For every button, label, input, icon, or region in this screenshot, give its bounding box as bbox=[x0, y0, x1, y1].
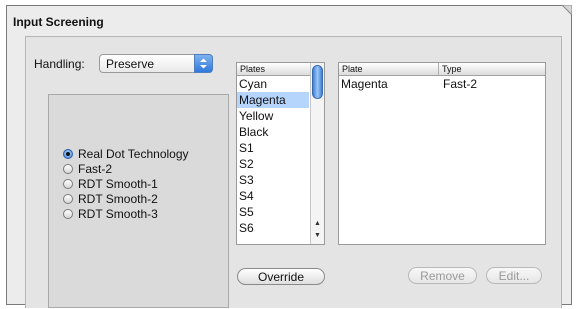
scroll-up-icon[interactable]: ▲ bbox=[312, 218, 323, 229]
override-button[interactable]: Override bbox=[237, 268, 325, 285]
radio-label: Real Dot Technology bbox=[78, 146, 189, 161]
type-column-header[interactable]: Type bbox=[439, 63, 545, 76]
radio-button-icon bbox=[63, 193, 73, 204]
radio-real-dot-technology[interactable]: Real Dot Technology bbox=[63, 146, 189, 161]
handling-popup[interactable]: Preserve bbox=[99, 54, 213, 73]
plates-scrollbar[interactable]: ▲ ▼ bbox=[310, 63, 324, 244]
row-plate: Magenta bbox=[341, 77, 388, 91]
plate-item-selected[interactable]: Magenta bbox=[237, 92, 309, 108]
scroll-down-icon[interactable]: ▼ bbox=[312, 230, 323, 241]
scrollbar-thumb[interactable] bbox=[312, 65, 323, 99]
radio-label: RDT Smooth-1 bbox=[78, 176, 158, 191]
plate-item[interactable]: Black bbox=[237, 124, 309, 140]
plate-item[interactable]: S4 bbox=[237, 188, 309, 204]
plate-item[interactable]: S1 bbox=[237, 140, 309, 156]
row-type: Fast-2 bbox=[443, 77, 478, 91]
handling-label: Handling: bbox=[34, 57, 85, 71]
handling-value: Preserve bbox=[106, 57, 155, 71]
remove-button[interactable]: Remove bbox=[408, 267, 477, 284]
radio-rdt-smooth-2[interactable]: RDT Smooth-2 bbox=[63, 191, 158, 206]
plate-item[interactable]: S6 bbox=[237, 220, 309, 236]
radio-fast-2[interactable]: Fast-2 bbox=[63, 161, 112, 176]
plate-item[interactable]: S2 bbox=[237, 156, 309, 172]
plate-item[interactable]: Yellow bbox=[237, 108, 309, 124]
radio-label: Fast-2 bbox=[78, 161, 113, 176]
screening-group: Handling: Preserve Real Dot Technology F… bbox=[25, 36, 562, 308]
radio-label: RDT Smooth-3 bbox=[78, 206, 158, 221]
radio-button-icon bbox=[63, 178, 73, 189]
plate-item[interactable]: S3 bbox=[237, 172, 309, 188]
assignments-table[interactable]: Plate Type Magenta Fast-2 bbox=[338, 62, 546, 245]
edit-button[interactable]: Edit... bbox=[486, 267, 542, 284]
plate-item[interactable]: Cyan bbox=[237, 76, 309, 92]
plate-item[interactable]: S5 bbox=[237, 204, 309, 220]
plates-list[interactable]: Plates Cyan Magenta Yellow Black S1 S2 S… bbox=[236, 62, 325, 245]
popup-arrows-icon bbox=[194, 54, 213, 73]
plate-column-header[interactable]: Plate bbox=[339, 63, 439, 76]
radio-rdt-smooth-1[interactable]: RDT Smooth-1 bbox=[63, 176, 158, 191]
panel-title: Input Screening bbox=[13, 15, 104, 29]
radio-label: RDT Smooth-2 bbox=[78, 191, 158, 206]
radio-button-icon bbox=[63, 163, 73, 174]
radio-button-icon bbox=[63, 208, 73, 219]
radio-button-icon bbox=[63, 148, 73, 159]
resize-corner-icon[interactable] bbox=[560, 5, 572, 17]
screening-type-box: Real Dot Technology Fast-2 RDT Smooth-1 … bbox=[48, 94, 229, 308]
input-screening-panel: Input Screening Handling: Preserve Real … bbox=[6, 5, 572, 308]
table-row[interactable]: Magenta Fast-2 bbox=[339, 76, 545, 92]
radio-rdt-smooth-3[interactable]: RDT Smooth-3 bbox=[63, 206, 158, 221]
